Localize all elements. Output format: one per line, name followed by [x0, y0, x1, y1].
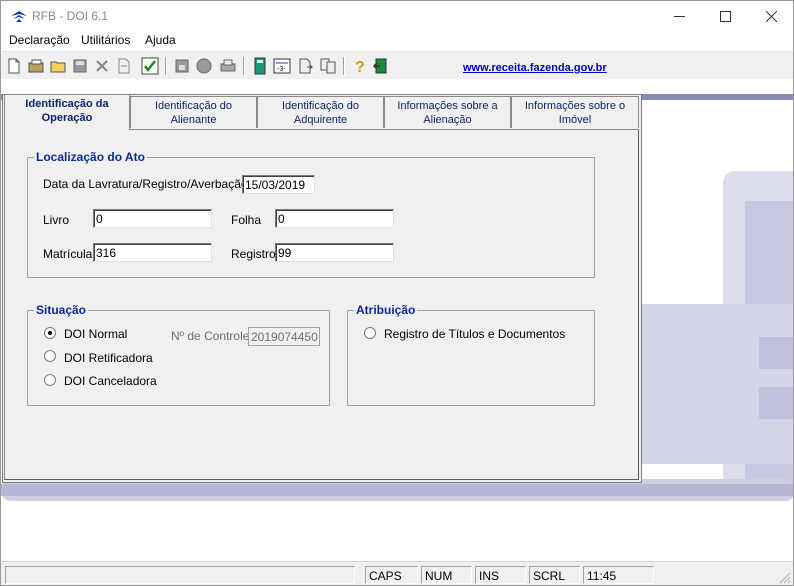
tab-identificacao-adquirente[interactable]: Identificação do Adquirente: [257, 96, 384, 128]
disk-button[interactable]: [194, 56, 214, 76]
folha-label: Folha: [231, 213, 262, 227]
receita-link[interactable]: www.receita.fazenda.gov.br: [463, 62, 607, 74]
svg-text:-3-: -3-: [277, 66, 286, 73]
tab-informacoes-alienacao[interactable]: Informações sobre a Alienação: [384, 96, 511, 128]
maximize-icon: [720, 11, 731, 22]
help-button[interactable]: ?: [350, 56, 370, 76]
validate-button[interactable]: [140, 56, 160, 76]
copy-button[interactable]: [318, 56, 338, 76]
radio-doi-retificadora[interactable]: [44, 350, 56, 362]
doi-retificadora-label[interactable]: DOI Retificadora: [64, 351, 153, 365]
num-indicator: NUM: [421, 566, 472, 584]
toolbar-separator: [243, 57, 245, 75]
matricula-label: Matrícula: [43, 247, 93, 261]
window-title: RFB - DOI 6.1: [32, 9, 109, 23]
calculator-icon: [254, 57, 266, 75]
minimize-button[interactable]: [657, 1, 703, 32]
floppy-icon: [175, 59, 189, 73]
registro-titulos-label[interactable]: Registro de Títulos e Documentos: [384, 327, 565, 341]
new-button[interactable]: [4, 56, 24, 76]
save-button[interactable]: [70, 56, 90, 76]
validate-icon: [141, 57, 159, 75]
export-icon: [299, 58, 314, 74]
close-button[interactable]: [749, 1, 794, 32]
menu-declaracao[interactable]: Declaração: [9, 33, 70, 47]
open-button[interactable]: [26, 56, 46, 76]
title-bar: RFB - DOI 6.1: [0, 0, 794, 31]
form-icon: -3-: [273, 58, 291, 74]
exit-icon: [372, 58, 387, 74]
open-icon: [28, 59, 44, 73]
folha-field[interactable]: 0: [275, 209, 394, 228]
folder-button[interactable]: [48, 56, 68, 76]
ins-indicator: INS: [475, 566, 526, 584]
copy-icon: [320, 58, 336, 74]
doi-normal-label[interactable]: DOI Normal: [64, 327, 127, 341]
form-button[interactable]: -3-: [272, 56, 292, 76]
situacao-title: Situação: [34, 303, 89, 317]
registro-field[interactable]: 99: [275, 243, 394, 262]
maximize-button[interactable]: [703, 1, 749, 32]
caps-indicator: CAPS: [365, 566, 418, 584]
toolbar-separator: [343, 57, 345, 75]
radio-doi-normal[interactable]: [44, 327, 56, 339]
radio-registro-titulos[interactable]: [364, 327, 376, 339]
delete-icon: [96, 60, 108, 72]
registro-label: Registro: [231, 247, 276, 261]
floppy-button[interactable]: [172, 56, 192, 76]
doi-canceladora-label[interactable]: DOI Canceladora: [64, 374, 157, 388]
radio-doi-canceladora[interactable]: [44, 374, 56, 386]
data-lavratura-field[interactable]: 15/03/2019: [242, 175, 315, 194]
resize-grip-icon[interactable]: [779, 572, 791, 584]
exit-button[interactable]: [372, 56, 392, 76]
scrl-indicator: SCRL: [529, 566, 580, 584]
save-icon: [73, 59, 87, 73]
clock: 11:45: [583, 566, 654, 584]
data-label: Data da Lavratura/Registro/Averbação:: [43, 177, 251, 191]
localizacao-title: Localização do Ato: [34, 150, 147, 164]
app-logo-icon: [11, 11, 27, 22]
menu-bar: Declaração Utilitários Ajuda: [0, 31, 794, 51]
import-icon: [118, 58, 130, 74]
svg-text:?: ?: [355, 59, 365, 76]
print-button[interactable]: [218, 56, 238, 76]
atribuicao-group: [347, 310, 595, 406]
new-icon: [8, 58, 20, 74]
toolbar-separator: [165, 57, 167, 75]
menu-ajuda[interactable]: Ajuda: [145, 33, 176, 47]
delete-button[interactable]: [92, 56, 112, 76]
help-icon: ?: [355, 59, 365, 76]
controle-field: 2019074450: [248, 327, 320, 346]
print-icon: [220, 59, 236, 72]
disk-icon: [196, 58, 212, 74]
matricula-field[interactable]: 316: [93, 243, 212, 262]
folder-icon: [50, 61, 66, 73]
calculator-button[interactable]: [250, 56, 270, 76]
minimize-icon: [674, 16, 685, 17]
tab-identificacao-operacao[interactable]: Identificação da Operação: [4, 94, 130, 130]
livro-field[interactable]: 0: [93, 209, 212, 228]
menu-utilitarios[interactable]: Utilitários: [81, 33, 130, 47]
status-message-panel: [5, 566, 355, 584]
atribuicao-title: Atribuição: [354, 303, 418, 317]
status-bar: CAPS NUM INS SCRL 11:45: [0, 561, 794, 586]
toolbar: -3- ? www.receita.fazenda.gov.br: [0, 51, 794, 79]
tab-informacoes-imovel[interactable]: Informações sobre o Imóvel: [511, 96, 639, 128]
livro-label: Livro: [43, 213, 70, 227]
close-icon: [766, 11, 777, 22]
tab-identificacao-alienante[interactable]: Identificação do Alienante: [130, 96, 257, 128]
controle-label: Nº de Controle: [171, 329, 250, 343]
import-button[interactable]: [114, 56, 134, 76]
export-button[interactable]: [296, 56, 316, 76]
